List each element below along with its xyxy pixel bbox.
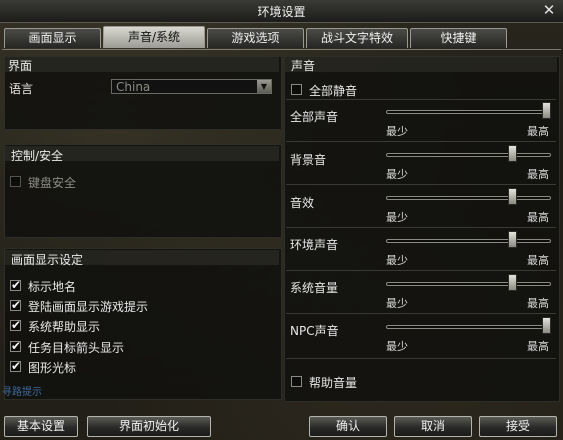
login-tips-checkbox[interactable] — [10, 298, 21, 312]
slider-thumb[interactable] — [507, 231, 517, 248]
divider — [286, 313, 556, 314]
max-label: 最高 — [527, 254, 549, 267]
interface-title: 界面 — [8, 59, 33, 73]
control-title: 控制/安全 — [11, 149, 64, 163]
tab-bar: 画面显示 声音/系统 游戏选项 战斗文字特效 快捷键 — [4, 26, 509, 50]
system-help-checkbox[interactable] — [10, 318, 21, 332]
max-label: 最高 — [527, 297, 549, 310]
divider — [286, 227, 556, 228]
sfx-volume-label: 音效 — [290, 196, 315, 210]
master-volume-label: 全部声音 — [290, 110, 339, 124]
basic-settings-button[interactable]: 基本设置 — [4, 416, 78, 437]
master-volume-slider[interactable] — [386, 102, 551, 122]
keyboard-security-checkbox[interactable] — [10, 176, 21, 187]
interface-header — [5, 57, 279, 72]
system-help-label: 系统帮助显示 — [28, 320, 101, 334]
help-volume-checkbox[interactable] — [291, 376, 302, 387]
divider — [286, 99, 556, 100]
language-select[interactable]: China ▼ — [111, 79, 272, 94]
graphic-cursor-checkbox[interactable] — [10, 359, 21, 373]
max-label: 最高 — [527, 211, 549, 224]
system-volume-slider[interactable] — [386, 274, 551, 294]
slider-thumb[interactable] — [542, 102, 551, 119]
show-place-names-label: 标示地名 — [28, 280, 77, 294]
confirm-button[interactable]: 确认 — [309, 416, 387, 437]
apply-button[interactable]: 接受 — [479, 416, 557, 437]
divider — [286, 184, 556, 185]
bgm-volume-slider[interactable] — [386, 145, 551, 165]
slider-thumb[interactable] — [507, 188, 517, 205]
mute-all-checkbox[interactable] — [291, 84, 302, 95]
min-label: 最少 — [386, 125, 408, 138]
min-label: 最少 — [386, 340, 408, 353]
show-place-names-checkbox[interactable] — [10, 278, 21, 292]
min-label: 最少 — [386, 168, 408, 181]
npc-volume-label: NPC声音 — [290, 324, 339, 338]
sound-title: 声音 — [291, 59, 316, 73]
divider — [286, 270, 556, 271]
chevron-down-icon[interactable]: ▼ — [257, 80, 271, 93]
window-title-bar: 环境设置 ✕ — [0, 0, 563, 23]
tab-display[interactable]: 画面显示 — [4, 28, 101, 48]
language-label: 语言 — [9, 82, 34, 96]
slider-thumb[interactable] — [507, 274, 517, 291]
tab-combat-text-effects[interactable]: 战斗文字特效 — [306, 28, 408, 48]
tab-hotkeys[interactable]: 快捷键 — [410, 28, 507, 48]
tab-divider — [2, 49, 561, 50]
close-icon[interactable]: ✕ — [541, 2, 557, 18]
max-label: 最高 — [527, 125, 549, 138]
ambient-volume-label: 环境声音 — [290, 238, 339, 252]
reset-ui-button[interactable]: 界面初始化 — [87, 416, 211, 437]
max-label: 最高 — [527, 340, 549, 353]
sound-header — [285, 57, 557, 72]
quest-arrow-label: 任务目标箭头显示 — [28, 341, 125, 355]
window-title: 环境设置 — [257, 4, 306, 19]
background-hint-text: 寻路提示 — [2, 387, 42, 398]
quest-arrow-checkbox[interactable] — [10, 339, 21, 353]
slider-thumb[interactable] — [507, 145, 517, 162]
tab-sound-system[interactable]: 声音/系统 — [103, 26, 205, 48]
slider-thumb[interactable] — [542, 317, 551, 334]
min-label: 最少 — [386, 211, 408, 224]
ambient-volume-slider[interactable] — [386, 231, 551, 251]
sfx-volume-slider[interactable] — [386, 188, 551, 208]
mute-all-label: 全部静音 — [309, 84, 358, 98]
npc-volume-slider[interactable] — [386, 317, 551, 337]
help-volume-label: 帮助音量 — [309, 376, 358, 390]
divider — [286, 141, 556, 142]
divider — [286, 358, 556, 359]
tab-game-options[interactable]: 游戏选项 — [207, 28, 304, 48]
max-label: 最高 — [527, 168, 549, 181]
graphic-cursor-label: 图形光标 — [28, 361, 77, 375]
bgm-volume-label: 背景音 — [290, 153, 327, 167]
min-label: 最少 — [386, 254, 408, 267]
system-volume-label: 系统音量 — [290, 281, 339, 295]
cancel-button[interactable]: 取消 — [394, 416, 472, 437]
display-settings-title: 画面显示设定 — [11, 253, 84, 267]
language-value: China — [116, 80, 151, 94]
min-label: 最少 — [386, 297, 408, 310]
login-tips-label: 登陆画面显示游戏提示 — [28, 300, 149, 314]
keyboard-security-label: 键盘安全 — [28, 176, 77, 190]
